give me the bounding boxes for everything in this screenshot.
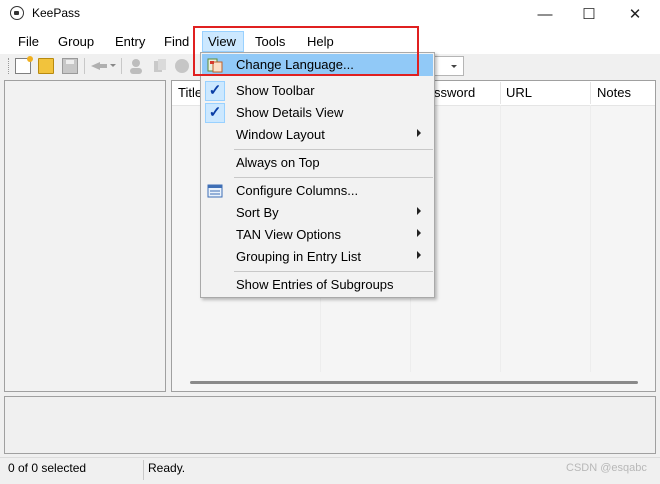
menu-file[interactable]: File xyxy=(18,34,39,49)
menu-item-show-entries-of-subgroups[interactable]: Show Entries of Subgroups xyxy=(202,274,433,296)
window-title: KeePass xyxy=(32,6,81,20)
checkmark-icon: ✓ xyxy=(205,81,225,101)
menu-group[interactable]: Group xyxy=(58,34,94,49)
menu-item-always-on-top[interactable]: Always on Top xyxy=(202,152,433,174)
globe-icon[interactable] xyxy=(174,58,190,74)
menu-item-label: Grouping in Entry List xyxy=(236,249,362,264)
submenu-arrow-icon xyxy=(417,129,421,137)
submenu-arrow-icon xyxy=(417,229,421,237)
menu-separator xyxy=(234,149,433,150)
annotation-highlight-box xyxy=(193,26,419,76)
add-entry-icon[interactable] xyxy=(90,60,108,72)
header-divider xyxy=(590,82,591,104)
submenu-arrow-icon xyxy=(417,207,421,215)
horizontal-scrollbar[interactable] xyxy=(190,381,638,384)
menu-item-sort-by[interactable]: Sort By xyxy=(202,202,433,224)
menu-item-label: TAN View Options xyxy=(236,227,342,242)
new-database-icon[interactable] xyxy=(15,56,33,74)
column-gridline xyxy=(590,105,591,372)
save-icon[interactable] xyxy=(62,58,78,74)
keepass-lock-icon xyxy=(10,6,24,20)
column-title[interactable]: Title xyxy=(178,85,202,100)
watermark-text: CSDN @esqabc xyxy=(566,462,647,474)
menu-item-show-details-view[interactable]: ✓ Show Details View xyxy=(202,102,433,124)
menu-find[interactable]: Find xyxy=(164,34,189,49)
column-password[interactable]: ssword xyxy=(434,85,475,100)
configure-columns-icon xyxy=(207,183,223,199)
menu-item-grouping-in-entry-list[interactable]: Grouping in Entry List xyxy=(202,246,433,268)
status-message: Ready. xyxy=(148,461,186,475)
column-url[interactable]: URL xyxy=(506,85,532,100)
menu-item-label: Configure Columns... xyxy=(236,183,359,198)
menu-separator xyxy=(234,271,433,272)
menu-item-label: Always on Top xyxy=(236,155,320,170)
column-gridline xyxy=(500,105,501,372)
status-separator xyxy=(143,460,144,480)
user-icon[interactable] xyxy=(128,58,144,74)
menu-item-label: Sort By xyxy=(236,205,279,220)
menu-item-tan-view-options[interactable]: TAN View Options xyxy=(202,224,433,246)
toolbar-grip xyxy=(8,58,11,74)
maximize-button[interactable]: ☐ xyxy=(566,0,612,28)
menu-item-configure-columns[interactable]: Configure Columns... xyxy=(202,180,433,202)
column-notes[interactable]: Notes xyxy=(597,85,631,100)
menu-entry[interactable]: Entry xyxy=(115,34,145,49)
submenu-arrow-icon xyxy=(417,251,421,259)
menu-item-label: Show Entries of Subgroups xyxy=(236,277,394,292)
checkmark-icon: ✓ xyxy=(205,103,225,123)
view-dropdown-menu: Change Language... ✓ Show Toolbar ✓ Show… xyxy=(200,52,435,298)
menu-item-label: Window Layout xyxy=(236,127,325,142)
menu-item-show-toolbar[interactable]: ✓ Show Toolbar xyxy=(202,80,433,102)
copy-icon[interactable] xyxy=(152,58,168,74)
chevron-down-icon[interactable] xyxy=(110,64,116,67)
menu-item-label: Show Toolbar xyxy=(236,83,315,98)
open-database-icon[interactable] xyxy=(38,58,54,74)
group-tree[interactable] xyxy=(4,80,166,392)
menu-separator xyxy=(234,177,433,178)
status-bar xyxy=(0,457,660,484)
header-divider xyxy=(500,82,501,104)
toolbar-separator xyxy=(121,58,122,74)
menu-item-label: Show Details View xyxy=(236,105,344,120)
menu-item-window-layout[interactable]: Window Layout xyxy=(202,124,433,146)
entry-details-view xyxy=(4,396,656,454)
selection-count: 0 of 0 selected xyxy=(8,461,87,475)
toolbar-separator xyxy=(84,58,85,74)
minimize-button[interactable]: — xyxy=(522,0,568,28)
close-button[interactable]: ✕ xyxy=(612,0,658,28)
